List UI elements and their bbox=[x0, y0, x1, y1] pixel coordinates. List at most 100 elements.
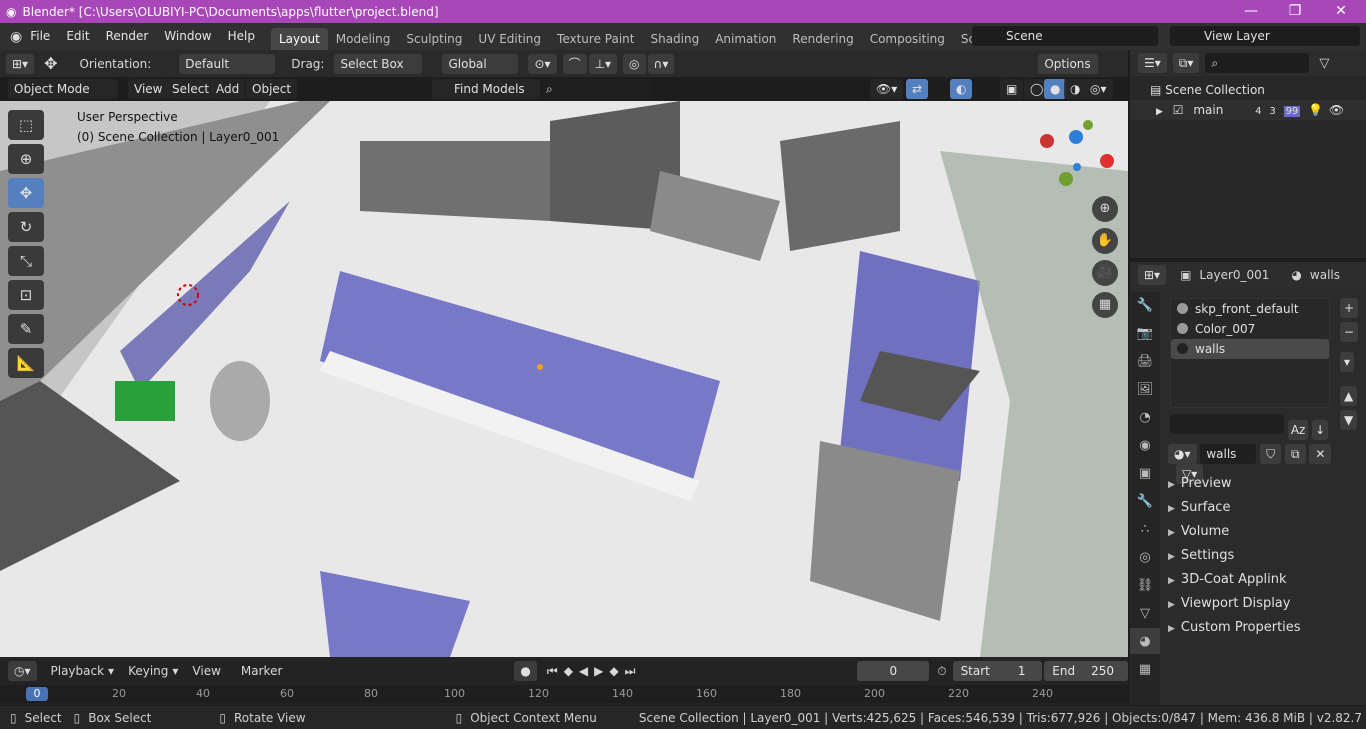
timeline-editor-icon[interactable]: ◷▾ bbox=[8, 661, 37, 681]
view-layer-tab-icon[interactable]: 🖼 bbox=[1130, 376, 1160, 402]
particles-tab-icon[interactable]: ∴ bbox=[1130, 516, 1160, 542]
pan-hand-icon[interactable]: ✋ bbox=[1092, 228, 1118, 254]
gizmo-toggle-icon[interactable]: ⇄ bbox=[906, 79, 929, 99]
menu-playback[interactable]: Playback bbox=[51, 664, 105, 678]
material-slot-active[interactable]: walls bbox=[1171, 339, 1329, 359]
scene-tab-icon[interactable]: ◔ bbox=[1130, 404, 1160, 430]
add-slot-icon[interactable]: + bbox=[1340, 298, 1359, 318]
scene-selector[interactable]: Scene bbox=[972, 26, 1158, 46]
unlink-material-icon[interactable]: ✕ bbox=[1309, 444, 1332, 464]
cursor-tool-icon[interactable]: ⊕ bbox=[8, 144, 44, 174]
output-tab-icon[interactable]: 🖨 bbox=[1130, 348, 1160, 374]
eye-icon[interactable]: 👁 bbox=[1329, 103, 1344, 117]
find-models-button[interactable]: Find Models bbox=[432, 79, 540, 99]
slot-filter-input[interactable] bbox=[1170, 414, 1284, 434]
visibility-icon[interactable]: 👁▾ bbox=[870, 79, 904, 99]
outliner-search-input[interactable]: ⌕ bbox=[1205, 53, 1310, 73]
browse-material-icon[interactable]: ◕▾ bbox=[1168, 444, 1197, 464]
mode-dropdown[interactable]: Object Mode bbox=[8, 79, 118, 99]
viewport-scene[interactable] bbox=[0, 101, 1128, 657]
physics-tab-icon[interactable]: ◎ bbox=[1130, 544, 1160, 570]
menu-timeline-view[interactable]: View bbox=[192, 664, 220, 678]
constraints-tab-icon[interactable]: ⛓ bbox=[1130, 572, 1160, 598]
menu-render[interactable]: Render bbox=[98, 23, 157, 50]
tab-compositing[interactable]: Compositing bbox=[862, 28, 953, 50]
record-icon[interactable]: ● bbox=[514, 661, 537, 681]
material-slot[interactable]: skp_front_default bbox=[1171, 299, 1329, 319]
jump-start-icon[interactable]: ⏮ bbox=[547, 664, 558, 679]
rotate-tool-icon[interactable]: ↻ bbox=[8, 212, 44, 242]
proportional-edit-icon[interactable]: ◎ bbox=[623, 53, 646, 74]
section-settings[interactable]: ▶ Settings bbox=[1168, 548, 1234, 563]
menu-select[interactable]: Select bbox=[166, 79, 216, 99]
sort-reverse-icon[interactable]: ↓ bbox=[1312, 420, 1329, 440]
outliner-editor-icon[interactable]: ☰▾ bbox=[1138, 53, 1167, 73]
properties-editor-icon[interactable]: ⊞▾ bbox=[1138, 265, 1167, 285]
start-frame-field[interactable]: Start 1 bbox=[952, 661, 1043, 681]
material-name-field[interactable]: walls bbox=[1200, 444, 1257, 464]
close-button[interactable]: ✕ bbox=[1318, 0, 1364, 23]
end-frame-field[interactable]: End 250 bbox=[1044, 661, 1128, 681]
display-mode-icon[interactable]: ⧉▾ bbox=[1172, 53, 1200, 73]
object-tab-icon[interactable]: ▣ bbox=[1130, 460, 1160, 486]
3d-viewport[interactable]: User Perspective (0) Scene Collection | … bbox=[0, 101, 1128, 657]
annotate-tool-icon[interactable]: ✎ bbox=[8, 314, 44, 344]
tool-tab-icon[interactable]: 🔧 bbox=[1130, 292, 1160, 318]
render-tab-icon[interactable]: 📷 bbox=[1130, 320, 1160, 346]
timeline-ruler[interactable]: 0 20 40 60 80 100 120 140 160 180 200 22… bbox=[0, 685, 1128, 703]
menu-window[interactable]: Window bbox=[156, 23, 219, 50]
transform-tool-icon[interactable]: ⊡ bbox=[8, 280, 44, 310]
snap-icon[interactable]: ⌒ bbox=[562, 53, 587, 74]
menu-marker[interactable]: Marker bbox=[241, 664, 282, 678]
menu-add[interactable]: Add bbox=[210, 79, 246, 99]
view-layer-selector[interactable]: View Layer bbox=[1170, 26, 1360, 46]
select-tool-icon[interactable]: ⬚ bbox=[8, 110, 44, 140]
shading-rendered-icon[interactable]: ◎▾ bbox=[1084, 79, 1113, 99]
fake-user-icon[interactable]: ⛉ bbox=[1260, 444, 1282, 464]
blender-menu-icon[interactable]: ◉ bbox=[10, 29, 22, 45]
section-viewport-display[interactable]: ▶ Viewport Display bbox=[1168, 596, 1290, 611]
filter-icon[interactable]: ▽ bbox=[1319, 56, 1329, 71]
tab-layout[interactable]: Layout bbox=[270, 28, 328, 50]
checkbox-icon[interactable]: ☑ bbox=[1173, 103, 1184, 117]
orientation-dropdown[interactable]: Default bbox=[179, 53, 276, 74]
section-preview[interactable]: ▶ Preview bbox=[1168, 476, 1232, 491]
minimize-button[interactable]: — bbox=[1228, 0, 1274, 23]
section-3d-coat-applink[interactable]: ▶ 3D-Coat Applink bbox=[1168, 572, 1287, 587]
new-material-icon[interactable]: ⧉ bbox=[1285, 444, 1306, 464]
pivot-point-icon[interactable]: ⊙▾ bbox=[528, 53, 557, 74]
snap-target-icon[interactable]: ⊥▾ bbox=[588, 53, 618, 74]
camera-icon[interactable]: 🎥 bbox=[1092, 260, 1118, 286]
slot-specials-icon[interactable]: ▾ bbox=[1340, 352, 1355, 372]
stopwatch-icon[interactable]: ⏱ bbox=[937, 664, 946, 679]
transform-space-dropdown[interactable]: Global bbox=[442, 53, 519, 74]
maximize-button[interactable]: ❐ bbox=[1272, 0, 1318, 23]
menu-view[interactable]: View bbox=[128, 79, 169, 99]
material-slot[interactable]: Color_007 bbox=[1171, 319, 1329, 339]
texture-tab-icon[interactable]: ▦ bbox=[1130, 656, 1160, 682]
tab-uv-editing[interactable]: UV Editing bbox=[470, 28, 549, 50]
section-custom-properties[interactable]: ▶ Custom Properties bbox=[1168, 620, 1301, 635]
search-input[interactable]: ⌕ bbox=[540, 79, 650, 99]
modifier-tab-icon[interactable]: 🔧 bbox=[1130, 488, 1160, 514]
material-tab-icon[interactable]: ◕ bbox=[1130, 628, 1160, 654]
move-tool-icon[interactable]: ✥ bbox=[8, 178, 44, 208]
editor-type-icon[interactable]: ⊞▾ bbox=[6, 53, 35, 74]
expand-arrow-icon[interactable]: ▶ bbox=[1156, 107, 1163, 117]
outliner-root[interactable]: Scene Collection bbox=[1165, 83, 1265, 97]
tab-animation[interactable]: Animation bbox=[707, 28, 784, 50]
move-up-icon[interactable]: ▲ bbox=[1340, 386, 1358, 406]
overlay-toggle-icon[interactable]: ◐ bbox=[950, 79, 973, 99]
tab-modeling[interactable]: Modeling bbox=[328, 28, 399, 50]
sort-az-icon[interactable]: Az bbox=[1287, 420, 1309, 440]
current-frame-field[interactable]: 0 bbox=[857, 661, 930, 681]
prev-keyframe-icon[interactable]: ◆ bbox=[564, 664, 573, 678]
tab-sculpting[interactable]: Sculpting bbox=[398, 28, 470, 50]
outliner-item[interactable]: ▶ ☑ main 4 3 99 💡 👁 bbox=[1130, 100, 1366, 120]
menu-object[interactable]: Object bbox=[246, 79, 298, 99]
measure-tool-icon[interactable]: 📐 bbox=[8, 348, 44, 378]
drag-dropdown[interactable]: Select Box bbox=[334, 53, 423, 74]
section-volume[interactable]: ▶ Volume bbox=[1168, 524, 1229, 539]
scale-tool-icon[interactable]: ⤡ bbox=[8, 246, 44, 276]
remove-slot-icon[interactable]: − bbox=[1340, 322, 1359, 342]
